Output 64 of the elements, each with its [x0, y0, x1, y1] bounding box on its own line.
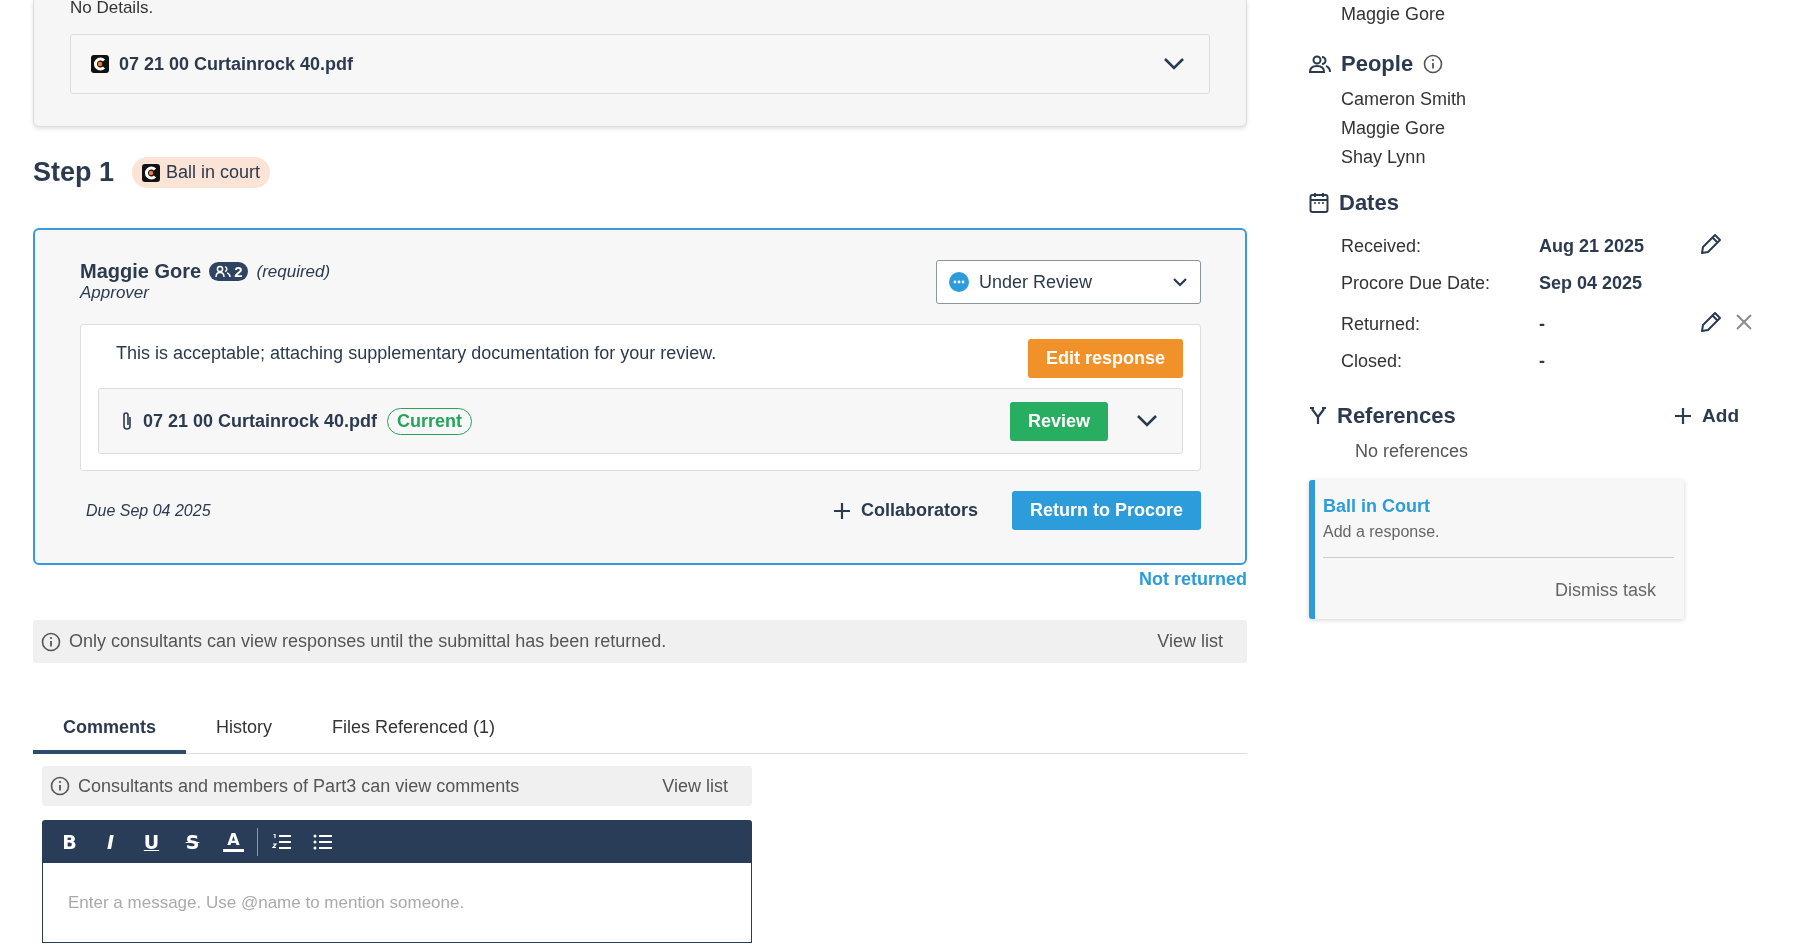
- bold-button[interactable]: B: [52, 824, 87, 859]
- more-icon: [949, 272, 969, 292]
- task-title: Ball in Court: [1323, 496, 1431, 517]
- return-status: Not returned: [1139, 569, 1247, 590]
- due-date: Due Sep 04 2025: [86, 501, 212, 520]
- date-value: Aug 21 2025: [1539, 236, 1646, 257]
- info-icon: [1423, 54, 1444, 74]
- step-title: Step 1: [33, 157, 115, 188]
- logo-icon: [91, 55, 109, 73]
- underline-button[interactable]: U: [134, 824, 169, 859]
- status-dropdown[interactable]: Under Review: [936, 260, 1201, 304]
- file-row[interactable]: 07 21 00 Curtainrock 40.pdf: [70, 34, 1210, 94]
- reviewer-name: Maggie Gore: [80, 260, 202, 283]
- date-value: Sep 04 2025: [1539, 272, 1644, 294]
- text-color-button[interactable]: A: [216, 824, 251, 859]
- response-text: This is acceptable; attaching supplementary documentation for your review.: [116, 343, 717, 364]
- notice-text: Only consultants can view responses until the submittal has been returned.: [69, 631, 668, 652]
- date-label: Closed:: [1341, 350, 1404, 372]
- status-badge: Ball in court: [132, 157, 271, 188]
- plus-icon: [1674, 407, 1693, 425]
- date-label: Returned:: [1341, 314, 1422, 335]
- empty-text: No references: [1354, 441, 1470, 462]
- person-name: Cameron Smith: [1341, 89, 1468, 110]
- date-label: Procore Due Date:: [1341, 272, 1492, 294]
- numbered-list-icon: [271, 832, 292, 851]
- plus-icon: [832, 501, 851, 520]
- info-icon: [50, 776, 70, 796]
- group-badge: 2: [209, 262, 249, 281]
- people-icon: [1309, 55, 1331, 73]
- view-list-link[interactable]: View list: [662, 775, 728, 797]
- italic-button[interactable]: I: [93, 824, 128, 859]
- person-name: Maggie Gore: [1340, 4, 1447, 25]
- task-text: Add a response.: [1323, 523, 1441, 541]
- section-title: People: [1341, 51, 1414, 77]
- add-button[interactable]: Add: [1674, 405, 1739, 427]
- date-label: Received:: [1341, 236, 1423, 257]
- group-icon: [215, 265, 232, 278]
- date-value: -: [1539, 350, 1546, 372]
- message-field[interactable]: Enter a message. Use @name to mention someone.: [42, 863, 752, 943]
- section-title: References: [1337, 403, 1456, 429]
- bullet-list-icon: [312, 832, 333, 851]
- dismiss-link[interactable]: Dismiss task: [1323, 580, 1656, 601]
- collaborators-button[interactable]: Collaborators: [826, 499, 984, 522]
- view-list-link[interactable]: View list: [1157, 631, 1223, 652]
- notice-text: Consultants and members of Part3 can view comments: [78, 775, 521, 797]
- date-value: -: [1539, 314, 1546, 335]
- details-text: No Details.: [70, 0, 155, 19]
- paperclip-icon: [121, 411, 133, 431]
- chevron-icon: [1172, 277, 1188, 287]
- person-name: Shay Lynn: [1341, 147, 1427, 168]
- file-name: 07 21 00 Curtainrock 40.pdf: [143, 410, 378, 432]
- required-label: (required): [256, 261, 331, 282]
- branch-icon: [1309, 407, 1327, 425]
- strikethrough-button[interactable]: S: [175, 824, 210, 859]
- person-name: Maggie Gore: [1341, 118, 1447, 139]
- info-icon: [41, 631, 61, 652]
- tab[interactable]: Files Referenced (1): [302, 709, 526, 754]
- file-name: 07 21 00 Curtainrock 40.pdf: [119, 53, 355, 75]
- tab[interactable]: Comments: [33, 709, 186, 754]
- logo-icon: [142, 163, 161, 182]
- section-title: Dates: [1339, 190, 1399, 216]
- tab[interactable]: History: [186, 709, 303, 754]
- calendar-icon: [1309, 192, 1329, 214]
- role-label: Approver: [80, 283, 151, 303]
